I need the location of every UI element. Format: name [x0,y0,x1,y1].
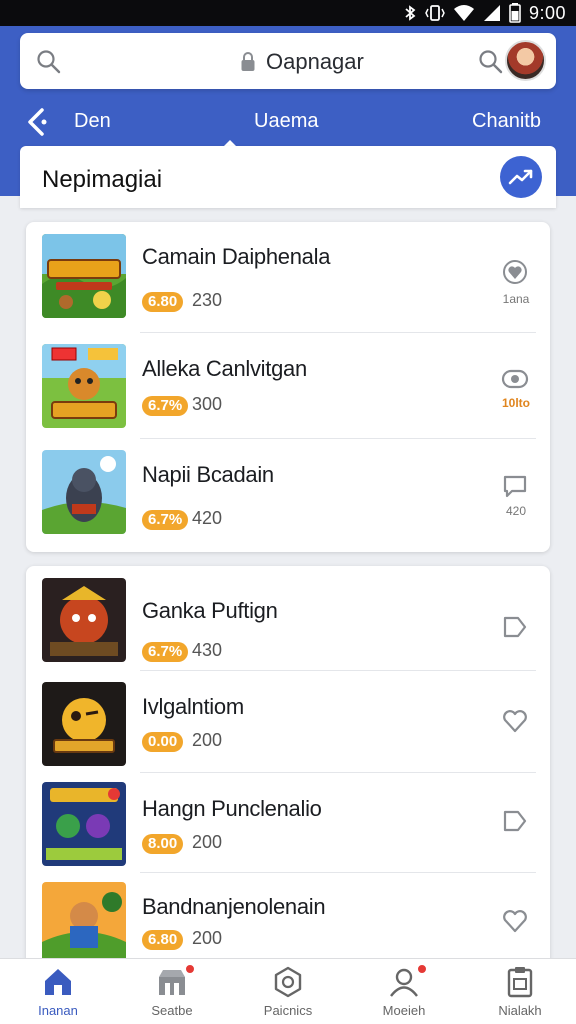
tab-den[interactable]: Den [74,110,111,133]
nav-item-hexagon[interactable]: Paicnics [238,965,338,1023]
clipboard-icon [470,965,570,1001]
divider [140,670,536,671]
nav-item-store[interactable]: Seatbe [122,963,222,1023]
game-count: 300 [192,394,223,414]
battery-icon [509,3,521,23]
rating-badge: 6.7% [142,510,189,530]
divider [140,438,536,439]
divider [140,332,536,333]
nav-item-clipboard[interactable]: Nialakh [470,965,570,1023]
game-thumbnail[interactable] [42,882,126,966]
search-icon[interactable] [36,49,62,80]
game-count: 200 [192,730,223,750]
game-count: 200 [192,928,223,948]
rating-badge: 6.80 [142,930,184,950]
rating-badge: 8.00 [142,834,184,854]
tab-chanitb[interactable]: Chanitb [472,110,541,133]
status-time: 9:00 [528,2,566,23]
game-title: Camain Daiphenala [142,244,331,269]
notification-badge [184,963,196,975]
game-title: Ivlgalntiom [142,694,244,719]
game-thumbnail[interactable] [42,578,126,662]
rating-badge: 6.7% [142,396,189,416]
rating-badge: 0.00 [142,732,184,752]
heart-icon[interactable] [500,258,530,293]
game-list-item[interactable]: Alleka Canlvitgan 6.7% 300 10lto [26,344,550,440]
profile-icon [354,963,454,1001]
tag-icon[interactable] [500,612,530,647]
rating-badge: 6.80 [142,292,184,312]
heart-icon[interactable] [500,706,530,741]
divider [140,872,536,873]
game-title: Hangn Punclenalio [142,796,322,821]
game-list-item[interactable]: Hangn Punclenalio 8.00 200 [26,782,550,878]
tab-uaema[interactable]: Uaema [254,110,318,133]
game-list-card: Camain Daiphenala 6.80 230 1ana Alleka C… [26,222,550,552]
game-count: 230 [192,290,223,310]
bluetooth-icon [403,4,417,22]
nav-label: Moeieh [382,1003,426,1018]
signal-icon [483,4,501,22]
status-bar: 9:00 [0,0,576,26]
action-label: 10lto [501,396,530,410]
game-thumbnail[interactable] [42,234,126,318]
game-count: 420 [192,508,223,528]
trending-button[interactable] [500,156,542,198]
game-count: 200 [192,832,223,852]
nav-label: Seatbe [151,1003,193,1018]
nav-label: Nialakh [498,1003,542,1018]
action-label: 1ana [502,292,530,306]
game-thumbnail[interactable] [42,450,126,534]
game-list-item[interactable]: Bandnanjenolenain 6.80 200 [26,882,550,966]
rating-badge: 6.7% [142,642,189,662]
home-icon [8,965,108,1001]
game-thumbnail[interactable] [42,782,126,866]
game-list-item[interactable]: Ganka Puftign 6.7% 430 [26,578,550,674]
divider [140,772,536,773]
nav-item-home[interactable]: Inanan [8,965,108,1023]
search-icon[interactable] [478,49,504,80]
lock-icon [240,51,256,78]
section-header: Nepimagiai [20,146,556,208]
wifi-icon [453,4,475,22]
search-text[interactable]: Oapnagar [266,49,364,75]
action-label: 420 [505,504,527,518]
game-thumbnail[interactable] [42,344,126,428]
game-list-item[interactable]: Camain Daiphenala 6.80 230 1ana [26,234,550,330]
vibrate-icon [425,4,445,22]
game-title: Napii Bcadain [142,462,274,487]
tag-icon[interactable] [500,806,530,841]
bottom-nav: Inanan Seatbe Paicnics Moeieh Nialakh [0,958,576,1024]
comment-icon[interactable] [500,472,530,507]
section-title: Nepimagiai [42,166,163,193]
back-icon[interactable] [24,106,50,144]
game-title: Alleka Canlvitgan [142,356,307,381]
heart-icon[interactable] [500,906,530,941]
nav-label: Inanan [38,1003,78,1018]
game-list-card: Ganka Puftign 6.7% 430 Ivlgalntiom 0.00 … [26,566,550,966]
game-list-item[interactable]: Ivlgalntiom 0.00 200 [26,682,550,778]
nav-item-profile[interactable]: Moeieh [354,963,454,1023]
nav-tabs: Den Uaema Chanitb [0,102,576,148]
trending-icon [508,169,533,185]
hexagon-icon [238,965,338,1001]
game-title: Ganka Puftign [142,598,278,623]
game-title: Bandnanjenolenain [142,894,326,919]
avatar[interactable] [505,40,546,81]
search-bar[interactable]: Oapnagar [20,33,556,89]
notification-badge [416,963,428,975]
game-thumbnail[interactable] [42,682,126,766]
store-icon [122,963,222,1001]
nav-label: Paicnics [263,1003,313,1018]
game-list-item[interactable]: Napii Bcadain 6.7% 420 420 [26,450,550,546]
game-count: 430 [192,640,223,660]
